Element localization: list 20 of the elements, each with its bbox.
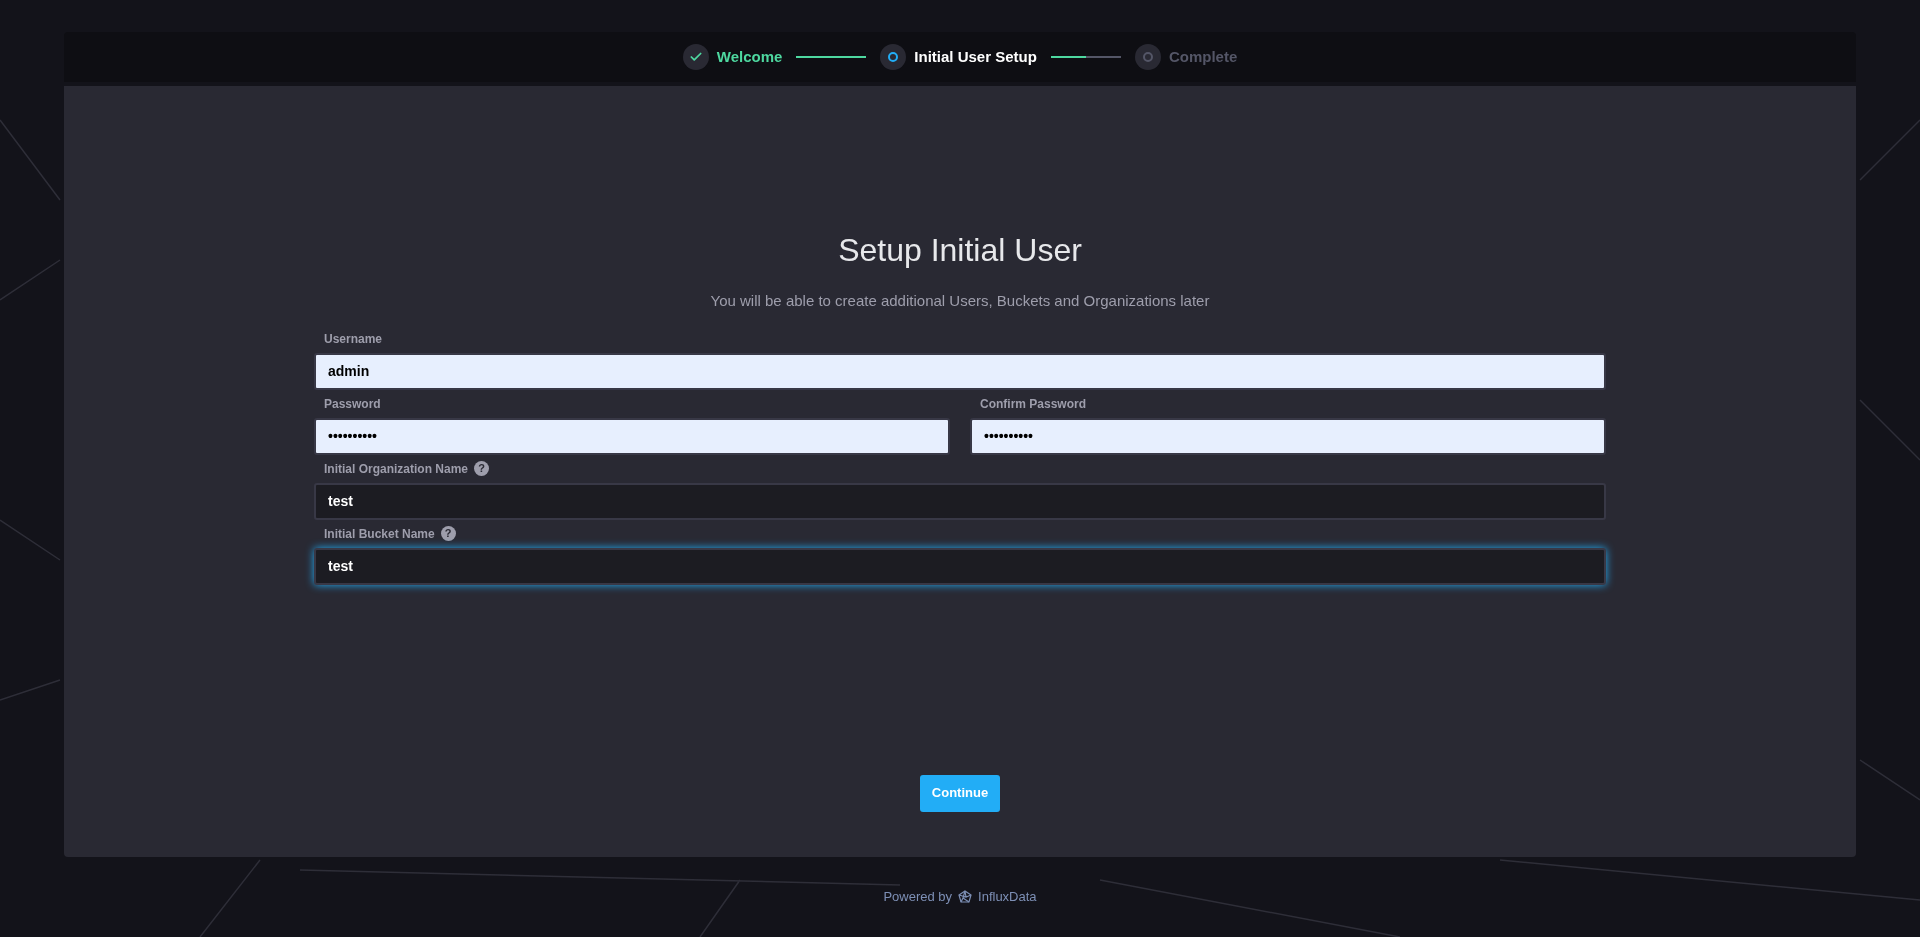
step-label: Complete <box>1168 46 1238 67</box>
input-field[interactable]: •••••••••• <box>970 417 1606 455</box>
step-label: Initial User Setup <box>914 46 1037 67</box>
page-title: Setup Initial User <box>838 231 1082 270</box>
brand-text: InfluxData <box>978 888 1037 906</box>
input-field[interactable]: test <box>314 482 1606 520</box>
input-field[interactable]: admin <box>314 352 1606 390</box>
field-label: Password <box>324 395 381 413</box>
help-icon[interactable]: ? <box>440 526 456 541</box>
step-label: Welcome <box>716 46 783 67</box>
page-subtitle: You will be able to create additional Users, Buckets and Organizations later <box>710 291 1210 311</box>
footer-text: Powered by <box>883 888 953 906</box>
logo-icon <box>958 889 973 904</box>
field-label: Initial Organization Name <box>324 460 469 478</box>
field-label: Initial Bucket Name <box>324 525 435 543</box>
field-label: Confirm Password <box>980 395 1087 413</box>
field-label: Username <box>324 330 383 348</box>
input-field[interactable]: •••••••••• <box>314 417 950 455</box>
help-icon[interactable]: ? <box>474 461 490 476</box>
input-field[interactable]: test <box>314 547 1606 585</box>
